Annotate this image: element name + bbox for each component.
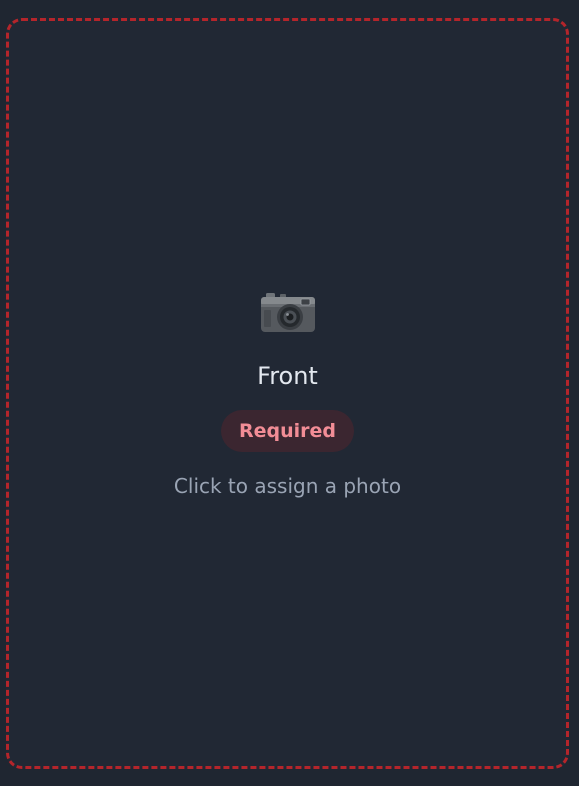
camera-icon	[260, 293, 315, 332]
photo-slot-content: Front Required Click to assign a photo	[9, 293, 566, 498]
required-badge: Required	[220, 410, 354, 452]
slot-title: Front	[257, 362, 318, 390]
assign-photo-hint: Click to assign a photo	[173, 474, 402, 498]
photo-slot-front[interactable]: Front Required Click to assign a photo	[6, 18, 569, 769]
